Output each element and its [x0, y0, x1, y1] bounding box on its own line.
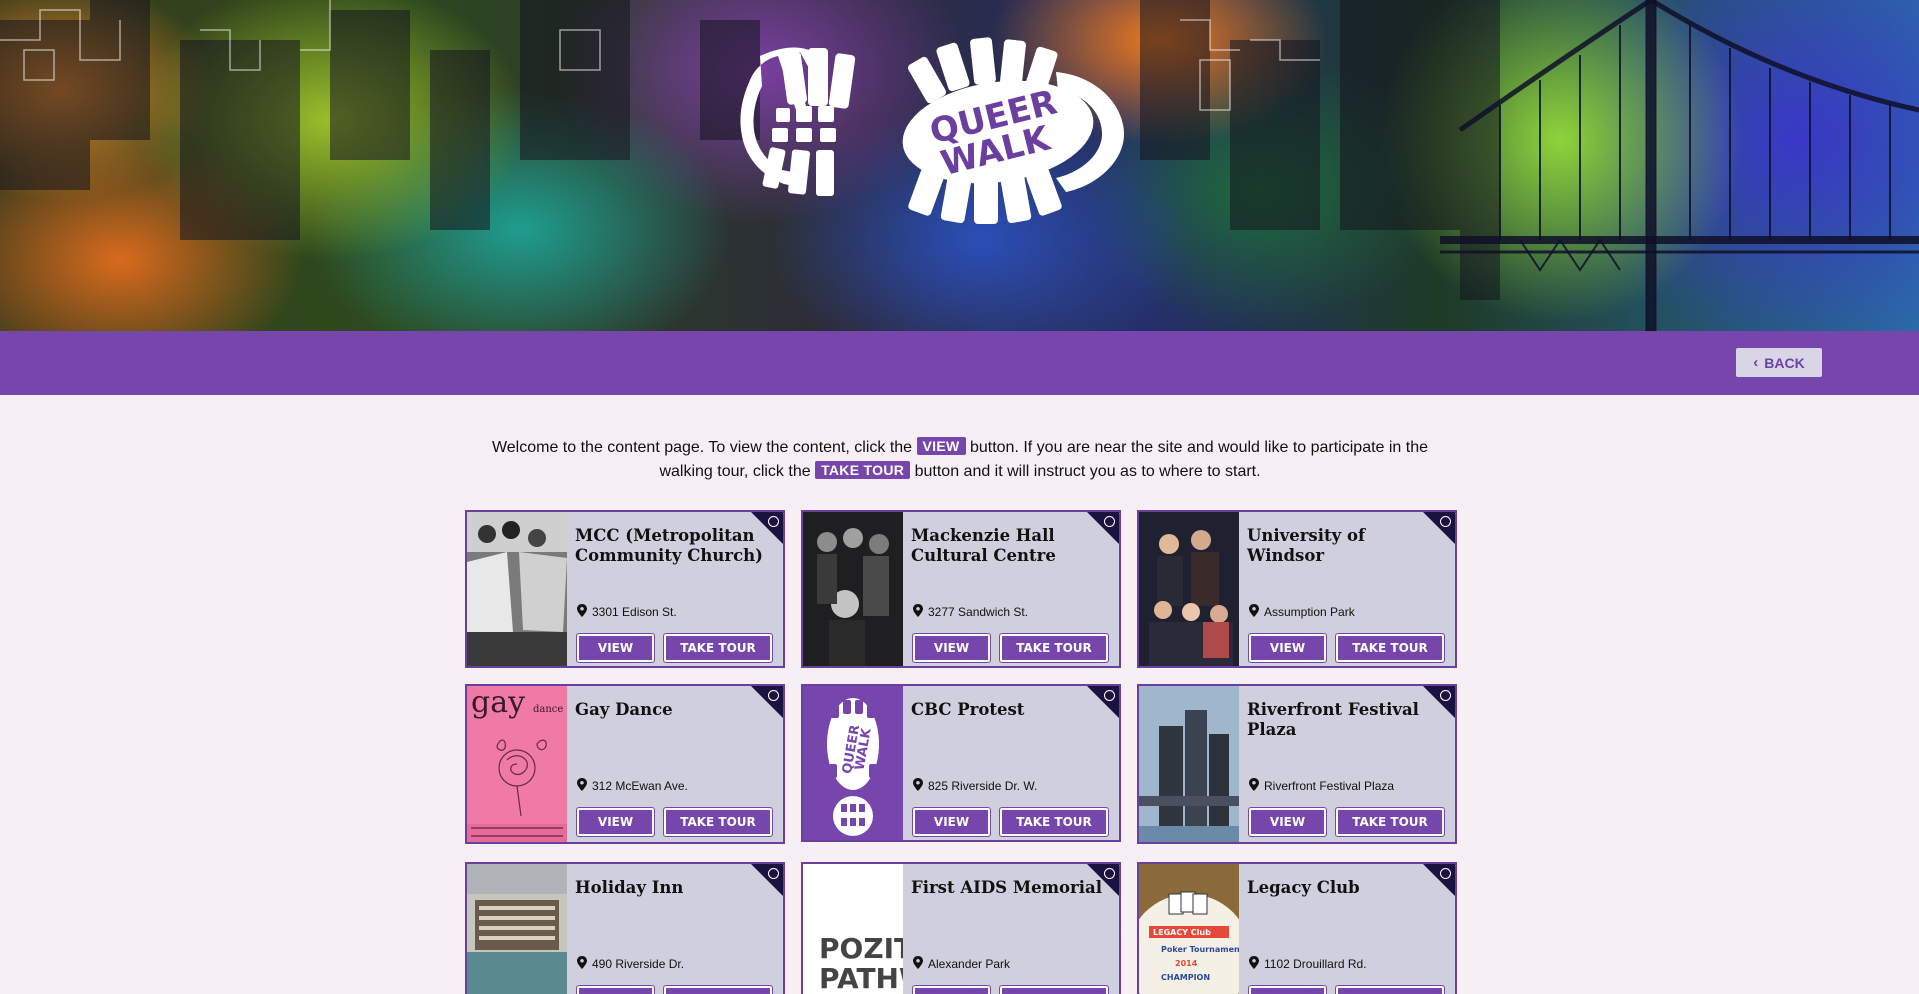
- take-tour-button[interactable]: TAKE TOUR: [663, 633, 773, 663]
- svg-text:CHAMPION: CHAMPION: [1161, 973, 1210, 982]
- view-button[interactable]: VIEW: [576, 807, 655, 837]
- location-title: Legacy Club: [1247, 878, 1360, 897]
- address-text: Assumption Park: [1264, 605, 1355, 619]
- take-tour-button[interactable]: TAKE TOUR: [663, 985, 773, 994]
- address-text: Alexander Park: [928, 957, 1011, 971]
- address-text: 3277 Sandwich St.: [928, 605, 1029, 619]
- location-address: 3277 Sandwich St.: [913, 604, 1028, 620]
- map-pin-icon: [577, 956, 587, 972]
- location-thumbnail: QUEER WALK: [803, 686, 903, 840]
- take-tour-button[interactable]: TAKE TOUR: [663, 807, 773, 837]
- location-address: Assumption Park: [1249, 604, 1355, 620]
- location-address: 312 McEwan Ave.: [577, 778, 688, 794]
- location-thumbnail: [467, 512, 567, 666]
- take-tour-button[interactable]: TAKE TOUR: [1335, 633, 1445, 663]
- view-button[interactable]: VIEW: [576, 633, 655, 663]
- location-card: Holiday Inn 490 Riverside Dr. VIEW TAKE …: [465, 862, 785, 994]
- map-pin-icon: [577, 604, 587, 620]
- location-title: Gay Dance: [575, 700, 673, 719]
- location-title: MCC (Metropolitan Community Church): [575, 526, 763, 565]
- location-thumbnail: [803, 512, 903, 666]
- location-address: 1102 Drouillard Rd.: [1249, 956, 1367, 972]
- map-pin-icon: [913, 604, 923, 620]
- nav-bar: [0, 331, 1919, 395]
- back-button-label: BACK: [1764, 354, 1805, 371]
- address-text: 825 Riverside Dr. W.: [928, 779, 1038, 793]
- intro-part-1: Welcome to the content page. To view the…: [491, 439, 913, 456]
- svg-text:Poker Tournament: Poker Tournament: [1161, 945, 1239, 954]
- location-title: Holiday Inn: [575, 878, 684, 897]
- map-pin-icon: [1249, 604, 1259, 620]
- location-title: CBC Protest: [911, 700, 1025, 719]
- svg-text:gay: gay: [471, 686, 525, 720]
- svg-text:dance: dance: [533, 704, 563, 715]
- hero-banner: QUEER WALK: [0, 0, 1919, 331]
- intro-text: Welcome to the content page. To view the…: [470, 436, 1450, 484]
- location-card: QUEER WALK CBC Protest 825 Riverside Dr. …: [801, 684, 1121, 842]
- view-button[interactable]: VIEW: [1248, 807, 1327, 837]
- location-card: Mackenzie Hall Cultural Centre 3277 Sand…: [801, 510, 1121, 668]
- address-text: 312 McEwan Ave.: [592, 779, 688, 793]
- location-title: University of Windsor: [1247, 526, 1366, 565]
- intro-part-3: button and it will instruct you as to wh…: [914, 463, 1261, 480]
- location-address: 825 Riverside Dr. W.: [913, 778, 1037, 794]
- location-thumbnail: gay dance: [467, 686, 567, 842]
- location-card: MCC (Metropolitan Community Church) 3301…: [465, 510, 785, 668]
- tour-pill: TAKE TOUR: [815, 461, 911, 479]
- location-title: Riverfront Festival Plaza: [1247, 700, 1419, 739]
- view-button[interactable]: VIEW: [912, 985, 991, 994]
- address-text: Riverfront Festival Plaza: [1264, 779, 1395, 793]
- view-pill: VIEW: [916, 437, 966, 455]
- location-address: Alexander Park: [913, 956, 1010, 972]
- queer-walk-logo: QUEER WALK: [740, 37, 1124, 224]
- location-address: 3301 Edison St.: [577, 604, 677, 620]
- view-button[interactable]: VIEW: [1248, 985, 1327, 994]
- address-text: 1102 Drouillard Rd.: [1264, 957, 1367, 971]
- map-pin-icon: [1249, 956, 1259, 972]
- location-thumbnail: [1139, 512, 1239, 666]
- map-pin-icon: [577, 778, 587, 794]
- location-thumbnail: [1139, 686, 1239, 842]
- svg-text:PATHW: PATHW: [819, 962, 903, 994]
- location-thumbnail: LEGACY Club Poker Tournament 2014 CHAMPION: [1139, 864, 1239, 994]
- take-tour-button[interactable]: TAKE TOUR: [1335, 807, 1445, 837]
- svg-text:POZIT: POZIT: [819, 932, 903, 965]
- take-tour-button[interactable]: TAKE TOUR: [999, 807, 1109, 837]
- location-title: First AIDS Memorial: [911, 878, 1102, 897]
- chevron-left-icon: ‹: [1753, 354, 1759, 371]
- view-button[interactable]: VIEW: [576, 985, 655, 994]
- location-thumbnail: [467, 864, 567, 994]
- location-card: gay dance Gay Dance 312 McEwan Ave. VIEW …: [465, 684, 785, 844]
- location-title: Mackenzie Hall Cultural Centre: [911, 526, 1056, 565]
- location-card: Riverfront Festival Plaza Riverfront Fes…: [1137, 684, 1457, 844]
- svg-text:LEGACY Club: LEGACY Club: [1153, 928, 1211, 937]
- view-button[interactable]: VIEW: [1248, 633, 1327, 663]
- map-pin-icon: [913, 778, 923, 794]
- location-thumbnail: POZITPATHW: [803, 864, 903, 994]
- location-address: 490 Riverside Dr.: [577, 956, 684, 972]
- location-card: POZITPATHW First AIDS Memorial Alexander…: [801, 862, 1121, 994]
- view-button[interactable]: VIEW: [912, 633, 991, 663]
- view-button[interactable]: VIEW: [912, 807, 991, 837]
- map-pin-icon: [913, 956, 923, 972]
- address-text: 3301 Edison St.: [592, 605, 677, 619]
- back-button[interactable]: ‹ BACK: [1736, 348, 1822, 377]
- location-address: Riverfront Festival Plaza: [1249, 778, 1394, 794]
- location-card: University of Windsor Assumption Park VI…: [1137, 510, 1457, 668]
- svg-text:2014: 2014: [1175, 959, 1198, 968]
- take-tour-button[interactable]: TAKE TOUR: [1335, 985, 1445, 994]
- location-card: LEGACY Club Poker Tournament 2014 CHAMPION …: [1137, 862, 1457, 994]
- address-text: 490 Riverside Dr.: [592, 957, 685, 971]
- map-pin-icon: [1249, 778, 1259, 794]
- take-tour-button[interactable]: TAKE TOUR: [999, 985, 1109, 994]
- take-tour-button[interactable]: TAKE TOUR: [999, 633, 1109, 663]
